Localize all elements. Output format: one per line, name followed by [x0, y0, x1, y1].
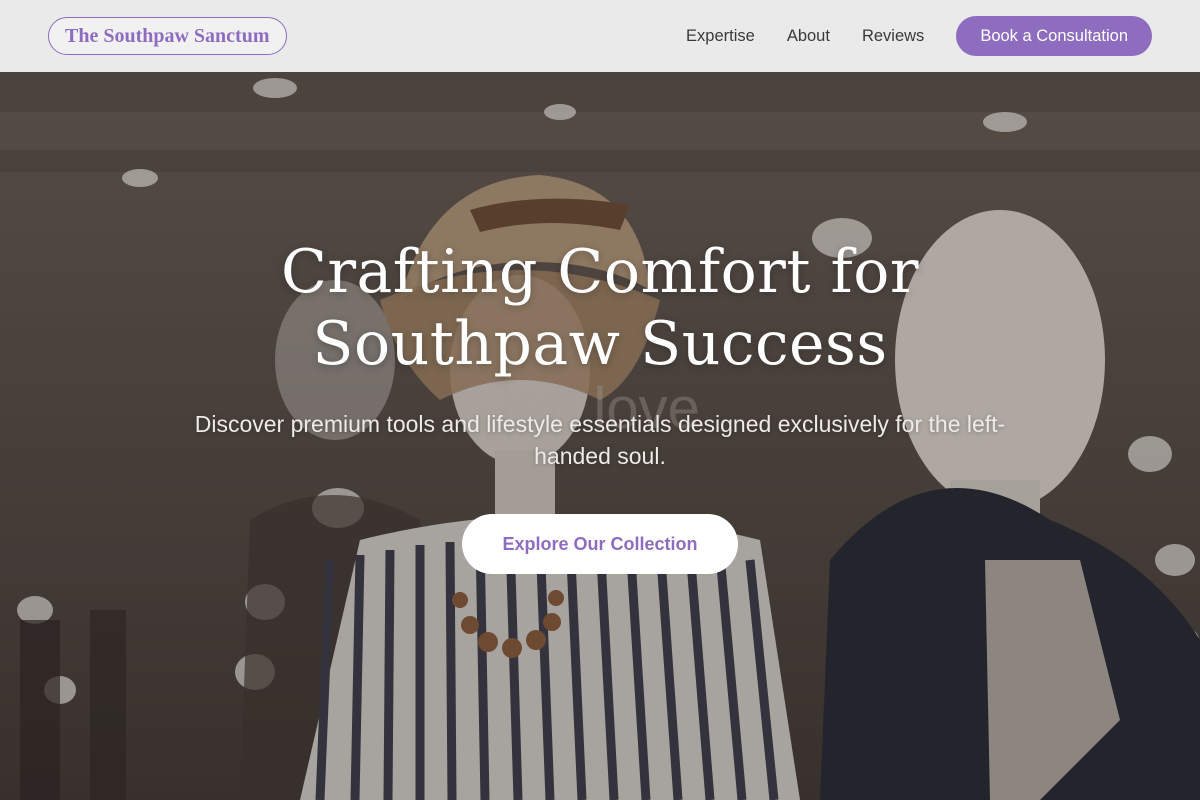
hero-title: Crafting Comfort for Southpaw Success: [0, 236, 1200, 380]
hero-title-line-1: Crafting Comfort for: [280, 237, 920, 307]
explore-collection-button[interactable]: Explore Our Collection: [462, 514, 738, 574]
nav-link-expertise[interactable]: Expertise: [686, 27, 755, 46]
nav-link-about[interactable]: About: [787, 27, 830, 46]
site-header: The Southpaw Sanctum Expertise About Rev…: [0, 0, 1200, 72]
hero-title-line-2: Southpaw Success: [312, 309, 888, 379]
nav-link-reviews[interactable]: Reviews: [862, 27, 924, 46]
book-consultation-button[interactable]: Book a Consultation: [956, 16, 1152, 56]
hero-content: Crafting Comfort for Southpaw Success Di…: [0, 236, 1200, 574]
hero-subtitle: Discover premium tools and lifestyle ess…: [194, 411, 1006, 469]
brand-logo[interactable]: The Southpaw Sanctum: [48, 17, 287, 55]
main-navigation: Expertise About Reviews Book a Consultat…: [686, 16, 1152, 56]
